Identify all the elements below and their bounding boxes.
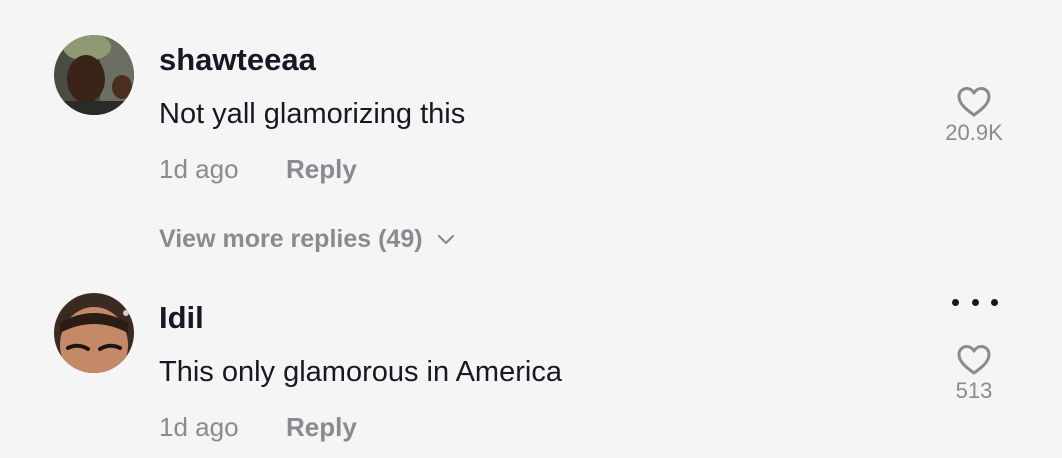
view-more-replies-label: View more replies (49) xyxy=(159,225,423,253)
comment-text: Not yall glamorizing this xyxy=(159,98,466,130)
like-count: 513 xyxy=(955,378,993,403)
avatar[interactable] xyxy=(54,35,134,115)
view-more-replies-button[interactable]: View more replies (49) xyxy=(159,225,455,254)
like-count: 20.9K xyxy=(945,120,1003,145)
reply-button[interactable]: Reply xyxy=(286,154,357,185)
menu-dot xyxy=(971,298,979,306)
heart-icon xyxy=(957,87,991,117)
heart-icon xyxy=(957,345,991,375)
like-button[interactable]: 20.9K xyxy=(934,86,1014,146)
comment-text: This only glamorous in America xyxy=(159,356,562,388)
chevron-down-icon xyxy=(437,234,454,244)
menu-dot xyxy=(952,298,959,306)
more-options-icon[interactable] xyxy=(952,294,998,310)
comment-username[interactable]: shawteeaa xyxy=(159,42,316,78)
avatar[interactable] xyxy=(54,293,134,373)
comment-username[interactable]: Idil xyxy=(159,300,204,336)
comment-timestamp: 1d ago xyxy=(159,154,239,184)
reply-button[interactable]: Reply xyxy=(286,412,357,443)
comment-timestamp: 1d ago xyxy=(159,412,239,442)
menu-dot xyxy=(991,298,998,306)
like-button[interactable]: 513 xyxy=(934,344,1014,404)
